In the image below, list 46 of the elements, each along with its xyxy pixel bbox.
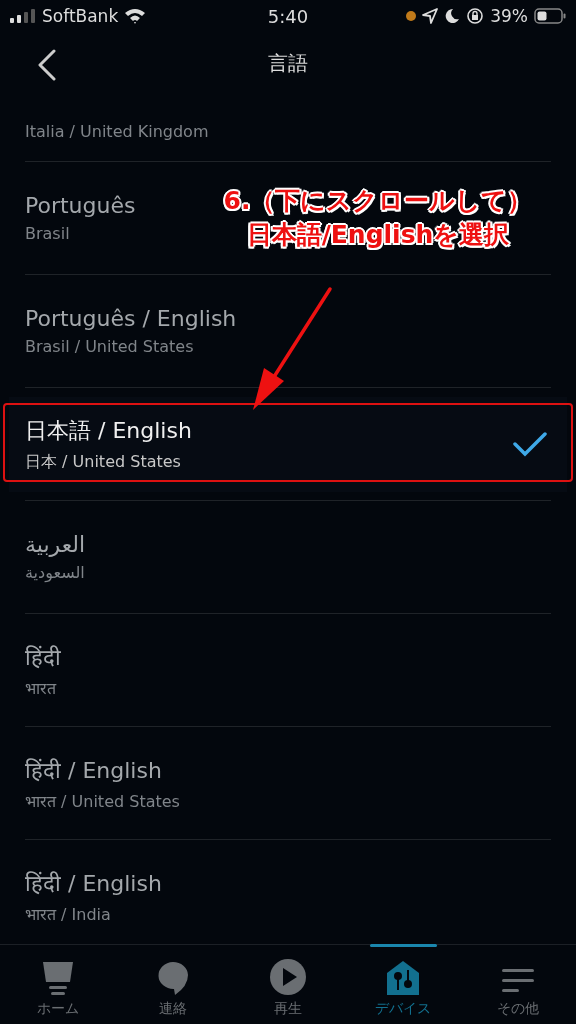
nav-tab[interactable]: デバイス: [345, 945, 461, 1024]
chat-bubble-icon: [156, 960, 189, 996]
annotation-text: 6.（下にスクロールして）: [223, 185, 533, 217]
language-item[interactable]: हिंदी / English भारत / India: [25, 840, 162, 945]
language-item[interactable]: हिंदी / English भारत / United States: [25, 727, 180, 839]
smart-home-icon: [386, 960, 421, 996]
language-item[interactable]: العربية السعودية: [25, 501, 86, 613]
nav-tab[interactable]: その他: [460, 945, 576, 1024]
language-region: Brasil: [25, 224, 71, 243]
language-name: العربية: [25, 532, 86, 557]
speaker-icon: [41, 960, 74, 996]
battery-percent: 39%: [490, 6, 528, 26]
language-item[interactable]: Português Brasil: [25, 162, 136, 274]
moon-icon: [444, 8, 461, 24]
nav-tab[interactable]: ホーム: [0, 945, 116, 1024]
language-item[interactable]: Português / English Brasil / United States: [25, 275, 237, 387]
language-item[interactable]: हिंदी भारत: [25, 614, 61, 726]
clock-time: 5:40: [267, 5, 309, 27]
language-name: 日本語 / English: [25, 416, 192, 445]
language-item[interactable]: Italia / United Kingdom: [25, 94, 209, 161]
battery-icon: [534, 8, 566, 24]
rotation-lock-icon: [466, 7, 485, 25]
language-region: भारत: [25, 678, 58, 699]
dot-icon: [406, 11, 417, 21]
annotation-text: 日本語/Englishを選択: [246, 219, 510, 251]
checkmark-icon: [513, 431, 547, 457]
play-icon: [269, 958, 307, 996]
language-name: Português: [25, 193, 136, 218]
wifi-icon: [124, 8, 147, 24]
nav-tab[interactable]: 再生: [230, 945, 346, 1024]
language-region: Italia / United Kingdom: [25, 121, 209, 141]
language-region: भारत / India: [25, 904, 112, 925]
language-name: हिंदी: [25, 644, 61, 671]
language-region: 日本 / United States: [25, 451, 182, 473]
nav-tab[interactable]: 連絡: [115, 945, 231, 1024]
language-region: भारत / United States: [25, 791, 180, 812]
language-region: Brasil / United States: [25, 337, 195, 356]
page-title: 言語: [268, 49, 308, 77]
language-name: Português / English: [25, 306, 237, 331]
language-region: السعودية: [25, 563, 86, 582]
carrier-name: SoftBank: [42, 6, 119, 26]
signal-icon: [10, 9, 36, 23]
language-name: हिंदी / English: [25, 870, 162, 897]
back-icon[interactable]: [37, 49, 57, 81]
location-icon: [422, 8, 439, 24]
language-name: हिंदी / English: [25, 757, 163, 784]
